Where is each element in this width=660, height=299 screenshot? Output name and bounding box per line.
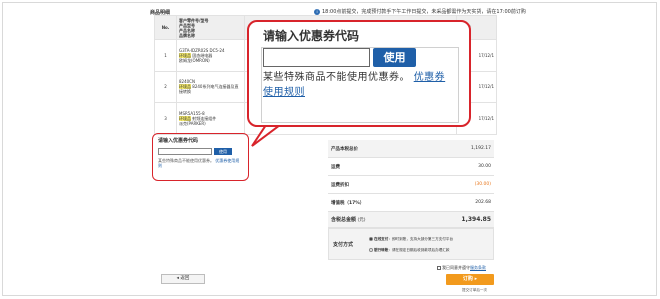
total-row: 含税总金额 (元) 1,394.85: [328, 212, 494, 228]
radio-icon[interactable]: [369, 248, 373, 252]
subtotal-label: 产品本税总价: [331, 146, 358, 152]
coupon-mini-note-text: 某些特殊商品不能使用优惠券。: [158, 158, 214, 163]
coupon-mini-title: 请输入优惠券代码: [158, 138, 199, 144]
agree-text: 我已同意并遵守: [442, 265, 470, 270]
option-bank-title: 银行转账: [374, 248, 389, 252]
discount-value: (30.00): [474, 182, 491, 187]
subtotal-value: 1,192.17: [470, 146, 491, 151]
discount-label: 运费折扣: [331, 182, 349, 188]
subtotal-row: 产品本税总价 1,192.17: [328, 140, 494, 158]
shipping-row: 运费 30.00: [328, 158, 494, 176]
order-label: 订购: [462, 276, 473, 282]
total-label: 含税总金额: [331, 217, 357, 223]
tax-row: 增值税（17%） 202.68: [328, 194, 494, 212]
coupon-mini-apply-button[interactable]: 使用: [214, 148, 232, 155]
col-info: 客户零件号/型号 产品型号 产品名称 品牌名称: [176, 15, 245, 40]
col-info-line: 品牌名称: [179, 32, 195, 38]
back-label: 返回: [180, 276, 190, 281]
option-online-desc: ：即时到账，支持大部分第三方支付平台: [388, 237, 454, 241]
order-totals: 产品本税总价 1,192.17 运费 30.00 运费折扣 (30.00) 增值…: [328, 140, 494, 228]
callout-title: 请输入优惠券代码: [263, 29, 360, 43]
total-unit: (元): [357, 218, 366, 223]
coupon-code-input[interactable]: [263, 48, 370, 67]
row-info: 8240CN 环境品 8240系列电气连接器及直接转换: [176, 70, 245, 104]
radio-icon[interactable]: [369, 237, 373, 241]
order-button[interactable]: 订购 ▸: [446, 274, 494, 285]
terms-agreement: 我已同意并遵守服务条款: [437, 265, 486, 271]
coupon-mini-input[interactable]: [158, 148, 212, 155]
row-brand: 派克(PARKER): [179, 121, 206, 127]
row-no: 3: [154, 102, 177, 135]
shipping-label: 运费: [331, 164, 340, 170]
terms-checkbox[interactable]: [437, 266, 441, 270]
callout-note-text: 某些特殊商品不能使用优惠券。: [263, 72, 410, 83]
tax-value: 202.68: [475, 200, 491, 205]
option-bank-desc: ：请在规定日期后收到款项后办理汇款: [388, 248, 450, 252]
row-info: G3TA-IDZR02S DC5-24 环境品 固态继电器 欧姆龙(OMRON): [176, 39, 245, 72]
option-online-title: 在线支付: [374, 237, 389, 241]
info-icon: i: [314, 8, 320, 15]
shipping-value: 30.00: [478, 164, 491, 169]
coupon-apply-button[interactable]: 使用: [373, 48, 416, 67]
row-no: 2: [154, 70, 177, 104]
col-no: No.: [154, 15, 177, 40]
payment-option-bank[interactable]: 银行转账：请在规定日期后收到款项后办理汇款: [369, 248, 449, 253]
callout-note: 某些特殊商品不能使用优惠券。 优惠券使用规则: [263, 70, 455, 100]
shipping-notice: i 18:00点前提交，完成预付款手下午工作日提交，未采品都需作为天实货，请在17…: [314, 8, 526, 15]
payment-option-online[interactable]: 在线支付：即时到账，支持大部分第三方支付平台: [369, 237, 453, 242]
back-button[interactable]: ◂ 返回: [161, 274, 205, 284]
discount-row: 运费折扣 (30.00): [328, 176, 494, 194]
tax-label: 增值税（17%）: [331, 200, 365, 206]
coupon-callout: 请输入优惠券代码 使用 某些特殊商品不能使用优惠券。 优惠券使用规则: [247, 20, 471, 127]
payment-section: 支付方式 在线支付：即时到账，支持大部分第三方支付平台 银行转账：请在规定日期后…: [328, 228, 494, 260]
row-info: MSR5A155-8 环境品 射频连接组件 派克(PARKER): [176, 102, 245, 135]
total-value: 1,394.85: [461, 216, 491, 223]
row-no: 1: [154, 39, 177, 72]
coupon-mini-note: 某些特殊商品不能使用优惠券。 优惠券使用规则: [158, 158, 243, 168]
after-order-note: 提交订单后一次: [462, 288, 488, 292]
row-brand: 欧姆龙(OMRON): [179, 57, 210, 63]
coupon-mini-box: 请输入优惠券代码 使用 某些特殊商品不能使用优惠券。 优惠券使用规则: [152, 133, 249, 181]
payment-label: 支付方式: [333, 242, 354, 248]
terms-link[interactable]: 服务条款: [470, 265, 486, 270]
